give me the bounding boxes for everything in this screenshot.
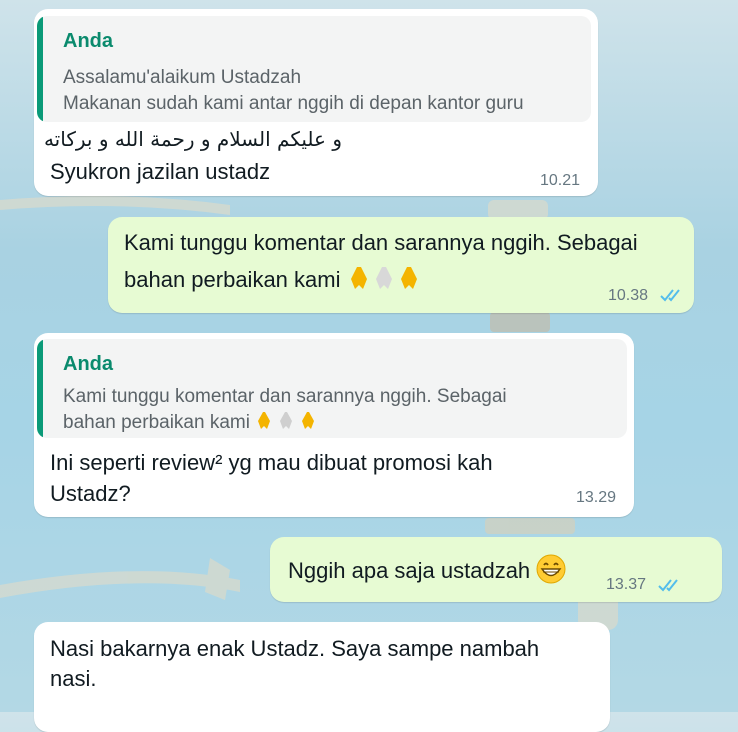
folded-hands-emoji-icon [255,410,321,436]
folded-hands-emoji-icon [347,265,421,297]
message-time: 13.37 [606,576,647,593]
read-receipt-icon [660,289,680,302]
message-text: Ini seperti review² yg mau dibuat promos… [50,450,493,475]
message-text: Kami tunggu komentar dan sarannya nggih.… [124,230,638,255]
outgoing-message-bubble[interactable]: Kami tunggu komentar dan sarannya nggih.… [108,217,694,313]
quote-line: Makanan sudah kami antar nggih di depan … [63,93,524,114]
quoted-message[interactable]: Anda Assalamu'alaikum Ustadzah Makanan s… [37,16,591,122]
message-arabic-text: و عليكم السلام و رحمة الله و بركاته [43,127,342,151]
message-text: bahan perbaikan kami [124,265,421,297]
message-text-line: Nggih apa saja ustadzah [288,557,531,583]
quote-line: bahan perbaikan kami [63,410,321,436]
quote-accent-bar [37,16,43,122]
message-text: nasi. [50,666,97,691]
message-text: Ustadz? [50,481,131,506]
quoted-message[interactable]: Anda Kami tunggu komentar dan sarannya n… [37,339,627,438]
message-time: 10.21 [539,172,580,189]
quote-line: Assalamu'alaikum Ustadzah [63,67,302,88]
quote-author: Anda [63,30,113,52]
quote-author: Anda [63,353,113,375]
incoming-message-bubble[interactable]: Anda Kami tunggu komentar dan sarannya n… [34,333,634,517]
quote-line: Kami tunggu komentar dan sarannya nggih.… [63,386,507,407]
grinning-face-emoji-icon [536,554,566,590]
outgoing-message-bubble[interactable]: Nggih apa saja ustadzah 13.37 [270,537,722,602]
quote-line-text: bahan perbaikan kami [63,412,250,434]
read-receipt-icon [658,579,678,592]
quote-accent-bar [37,339,43,438]
incoming-message-bubble[interactable]: Anda Assalamu'alaikum Ustadzah Makanan s… [34,9,598,196]
message-time: 10.38 [608,287,649,304]
message-text: Nasi bakarnya enak Ustadz. Saya sampe na… [50,636,540,661]
incoming-message-bubble[interactable]: Nasi bakarnya enak Ustadz. Saya sampe na… [34,622,610,732]
message-text-line: bahan perbaikan kami [124,266,341,292]
message-text: Nggih apa saja ustadzah [288,554,566,590]
message-time: 13.29 [575,489,616,506]
message-text: Syukron jazilan ustadz [50,159,271,184]
